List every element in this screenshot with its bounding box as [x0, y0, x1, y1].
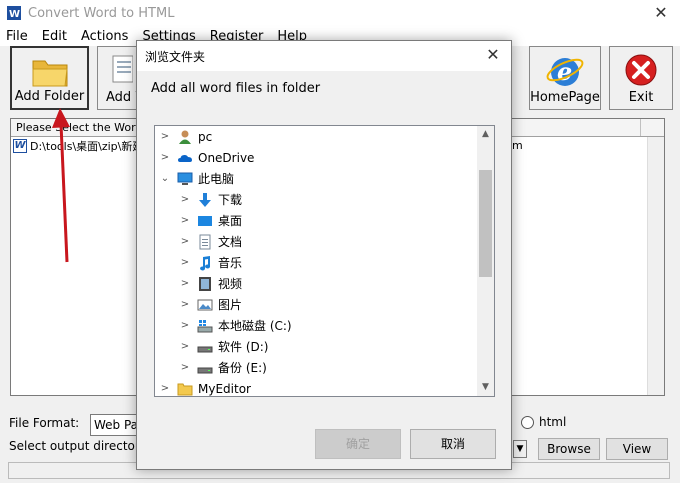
file-format-select[interactable]: Web Pa: [90, 414, 140, 436]
dialog-close-button[interactable]: ✕: [483, 45, 503, 65]
ok-button[interactable]: 确定: [315, 429, 401, 459]
chevron-right-icon[interactable]: >: [179, 278, 191, 289]
radio-html[interactable]: [521, 416, 534, 429]
tree-item-onedrive[interactable]: > OneDrive: [155, 147, 479, 168]
output-dir-dropdown[interactable]: ▼: [513, 440, 527, 458]
tree-item-this-pc[interactable]: ⌄ 此电脑: [155, 168, 239, 189]
tree-item-label: 文档: [218, 235, 243, 249]
chevron-right-icon[interactable]: >: [179, 257, 191, 268]
tree-item-label: 下载: [218, 193, 243, 207]
tree-item-pc[interactable]: > pc: [155, 126, 479, 147]
chevron-right-icon[interactable]: >: [179, 299, 191, 310]
tree-item-label: 本地磁盘 (C:): [218, 319, 292, 333]
tree-item-desktop[interactable]: > 桌面: [155, 210, 479, 231]
list-header-col2[interactable]: [501, 119, 641, 136]
svg-text:W: W: [9, 9, 20, 20]
tree-item-label: 视频: [218, 277, 243, 291]
chevron-right-icon[interactable]: >: [179, 341, 191, 352]
chevron-right-icon[interactable]: >: [179, 236, 191, 247]
add-word-label: Add W: [106, 90, 149, 105]
tree-item-music[interactable]: > 音乐: [155, 252, 479, 273]
video-icon: [199, 276, 211, 291]
app-window: W Convert Word to HTML ✕ File Edit Actio…: [0, 0, 680, 483]
scroll-up-icon[interactable]: ▲: [477, 126, 494, 143]
menu-actions[interactable]: Actions: [81, 29, 129, 44]
scroll-down-icon[interactable]: ▼: [477, 379, 494, 396]
exit-label: Exit: [628, 90, 654, 105]
tree-item-label: 此电脑: [198, 172, 235, 186]
window-close-button[interactable]: ✕: [650, 3, 672, 23]
scroll-thumb[interactable]: [479, 170, 492, 277]
tree-scrollbar[interactable]: ▲ ▼: [477, 126, 494, 396]
dialog-description: Add all word files in folder: [151, 81, 321, 96]
list-scrollbar[interactable]: [647, 137, 664, 395]
homepage-button[interactable]: e HomePage: [529, 46, 601, 110]
chevron-right-icon[interactable]: >: [179, 320, 191, 331]
tree-item-drive-c[interactable]: > 本地磁盘 (C:): [155, 315, 479, 336]
tree-item-myeditor[interactable]: > MyEditor: [155, 378, 479, 396]
chevron-right-icon[interactable]: >: [159, 152, 171, 163]
music-icon: [200, 255, 211, 270]
dialog-title-bar: 浏览文件夹: [137, 41, 511, 71]
tree-item-drive-e[interactable]: > 备份 (E:): [155, 357, 479, 378]
tree-item-downloads[interactable]: > 下载: [155, 189, 479, 210]
add-folder-button[interactable]: Add Folder: [10, 46, 89, 110]
tree-item-videos[interactable]: > 视频: [155, 273, 479, 294]
document-icon: [199, 234, 211, 249]
folder-tree[interactable]: > pc > OneDrive ⌄ 此电脑 > 下载 > 桌面 > 文档 > 音…: [154, 125, 495, 397]
tree-item-label: MyEditor: [198, 381, 251, 396]
tree-item-documents[interactable]: > 文档: [155, 231, 479, 252]
picture-icon: [197, 299, 213, 310]
folder-icon: [32, 60, 68, 87]
chevron-right-icon[interactable]: >: [159, 131, 171, 142]
chevron-right-icon[interactable]: >: [159, 383, 171, 394]
folder-icon: [177, 383, 193, 395]
tree-item-label: 音乐: [218, 256, 243, 270]
tree-item-label: OneDrive: [198, 150, 255, 165]
menu-edit[interactable]: Edit: [42, 29, 67, 44]
tree-item-label: pc: [198, 129, 213, 144]
tree-item-pictures[interactable]: > 图片: [155, 294, 479, 315]
cancel-button[interactable]: 取消: [410, 429, 496, 459]
browse-folder-dialog: 浏览文件夹 ✕ Add all word files in folder > p…: [136, 40, 512, 470]
add-folder-label: Add Folder: [14, 89, 85, 104]
view-button[interactable]: View: [606, 438, 668, 460]
chevron-right-icon[interactable]: >: [179, 194, 191, 205]
user-icon: [179, 130, 191, 144]
tree-item-label: 桌面: [218, 214, 243, 228]
chevron-down-icon[interactable]: ⌄: [159, 173, 171, 184]
cloud-icon: [178, 154, 192, 162]
exit-button[interactable]: Exit: [609, 46, 673, 110]
exit-icon: [625, 54, 657, 86]
chevron-right-icon[interactable]: >: [179, 362, 191, 373]
drive-icon: [197, 367, 213, 373]
desktop-icon: [198, 215, 212, 226]
tree-item-drive-d[interactable]: > 软件 (D:): [155, 336, 479, 357]
homepage-label: HomePage: [530, 90, 600, 105]
drive-icon: [197, 346, 213, 352]
word-doc-icon: [112, 55, 133, 83]
tree-item-label: 软件 (D:): [218, 340, 269, 354]
word-file-icon: W: [13, 138, 27, 153]
title-bar: W Convert Word to HTML ✕: [0, 0, 680, 26]
download-icon: [199, 192, 211, 207]
dialog-title: 浏览文件夹: [145, 49, 206, 64]
radio-html-label: html: [539, 415, 567, 429]
list-item-suffix: m: [512, 139, 523, 152]
computer-icon: [177, 172, 193, 185]
chevron-right-icon[interactable]: >: [179, 215, 191, 226]
file-format-label: File Format:: [9, 416, 80, 430]
tree-item-label: 图片: [218, 298, 243, 312]
add-word-button[interactable]: Add W: [97, 46, 149, 110]
window-title: Convert Word to HTML: [28, 5, 175, 21]
app-icon: W: [7, 6, 21, 20]
browse-button[interactable]: Browse: [538, 438, 600, 460]
output-dir-label: Select output directory:: [9, 439, 151, 453]
tree-item-label: 备份 (E:): [218, 361, 267, 375]
ie-icon: e: [546, 57, 584, 86]
drive-c-icon: [197, 319, 213, 332]
menu-file[interactable]: File: [6, 29, 28, 44]
